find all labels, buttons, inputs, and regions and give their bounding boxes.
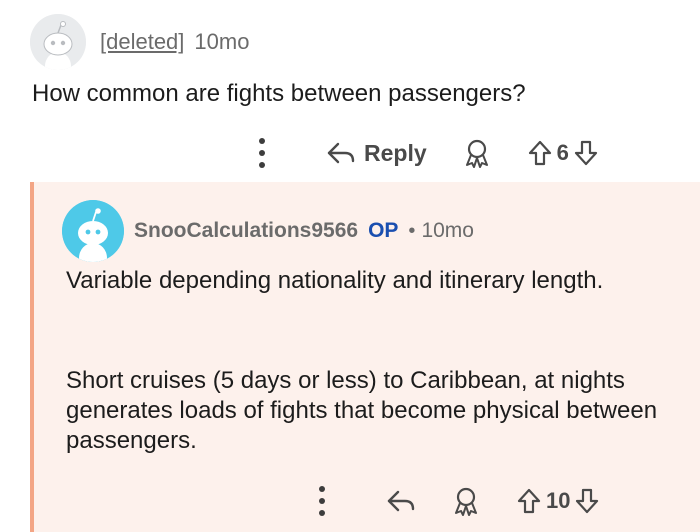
more-options-icon[interactable] [250, 136, 274, 170]
downvote-icon[interactable] [574, 487, 600, 515]
reply-paragraph: Short cruises (5 days or less) to Caribb… [66, 367, 658, 454]
snoo-avatar-icon[interactable] [30, 14, 86, 70]
reply-arrow-icon[interactable] [386, 488, 416, 514]
reply-button[interactable]: Reply [326, 140, 427, 167]
reply-header: SnooCalculations9566 OP • 10mo [62, 200, 474, 262]
reply-action-bar: 10 [310, 484, 600, 518]
comment-action-bar: Reply 6 [250, 136, 599, 170]
reply-author[interactable]: SnooCalculations9566 [134, 219, 358, 243]
comment-header: [deleted] 10mo [30, 14, 249, 70]
comment-body: How common are fights between passengers… [32, 80, 526, 107]
reply-paragraph: Variable depending nationality and itine… [66, 267, 604, 294]
comment-score: 6 [556, 140, 569, 165]
award-icon[interactable] [452, 486, 480, 516]
award-icon[interactable] [463, 138, 491, 168]
downvote-icon[interactable] [573, 139, 599, 167]
reply-label: Reply [364, 139, 427, 166]
upvote-icon[interactable] [527, 139, 553, 167]
comment-author[interactable]: [deleted] [100, 29, 184, 55]
upvote-icon[interactable] [516, 487, 542, 515]
snoo-avatar-icon[interactable] [62, 200, 124, 262]
comment-thread-screen: [deleted] 10mo How common are fights bet… [0, 0, 700, 532]
reply-timestamp: 10mo [421, 219, 474, 242]
op-badge: OP [368, 219, 399, 242]
reply-score: 10 [546, 488, 571, 513]
reply-arrow-icon [326, 140, 356, 166]
more-options-icon[interactable] [310, 484, 334, 518]
meta-separator: • [408, 219, 416, 242]
comment-timestamp: 10mo [194, 29, 250, 54]
